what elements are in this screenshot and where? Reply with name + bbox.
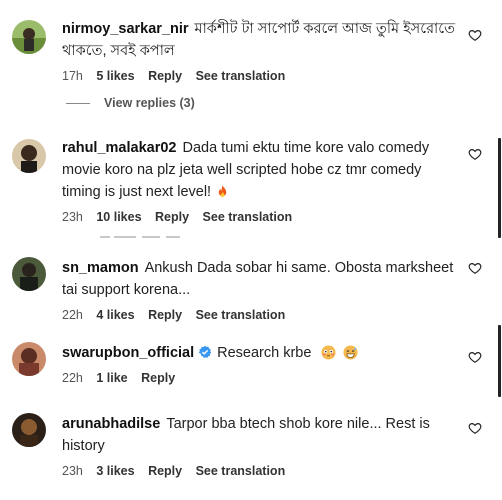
- comment-text-block: swarupbon_official Research krbe: [62, 342, 462, 364]
- heart-outline-icon[interactable]: [468, 350, 482, 364]
- username[interactable]: nirmoy_sarkar_nir: [62, 21, 189, 37]
- username[interactable]: sn_mamon: [62, 260, 139, 276]
- heart-outline-icon[interactable]: [468, 147, 482, 161]
- flushed-emoji-icon: [321, 345, 336, 360]
- timestamp: 22h: [62, 371, 83, 385]
- comment-body: nirmoy_sarkar_nir মার্কশীট টা সাপোর্ট করল…: [62, 18, 462, 83]
- likes-count[interactable]: 10 likes: [96, 210, 141, 224]
- see-translation-button[interactable]: See translation: [203, 210, 293, 224]
- replies-divider: [66, 103, 90, 105]
- username[interactable]: swarupbon_official: [62, 345, 194, 361]
- comment-body: swarupbon_official Research krbe 22h 1 l…: [62, 342, 462, 385]
- partially-hidden-text: [100, 236, 180, 238]
- avatar[interactable]: [12, 413, 46, 447]
- username[interactable]: rahul_malakar02: [62, 140, 176, 156]
- timestamp: 23h: [62, 464, 83, 478]
- fire-emoji-icon: [218, 184, 227, 198]
- comment-body: sn_mamon Ankush Dada sobar hi same. Obost…: [62, 257, 462, 322]
- comment-text-block: nirmoy_sarkar_nir মার্কশীট টা সাপোর্ট করল…: [62, 18, 462, 62]
- scrollbar-thumb-secondary[interactable]: [498, 325, 501, 397]
- view-replies-label[interactable]: View replies (3): [104, 96, 195, 110]
- see-translation-button[interactable]: See translation: [196, 464, 286, 478]
- likes-count[interactable]: 4 likes: [96, 308, 134, 322]
- grin-sweat-emoji-icon: [342, 345, 358, 360]
- comment-body: arunabhadilse Tarpor bba btech shob kore …: [62, 413, 462, 478]
- comment-text-block: sn_mamon Ankush Dada sobar hi same. Obost…: [62, 257, 462, 301]
- avatar[interactable]: [12, 257, 46, 291]
- see-translation-button[interactable]: See translation: [196, 308, 286, 322]
- comment-meta: 23h 10 likes Reply See translation: [62, 210, 462, 224]
- timestamp: 23h: [62, 210, 83, 224]
- comment-meta: 22h 4 likes Reply See translation: [62, 308, 462, 322]
- timestamp: 22h: [62, 308, 83, 322]
- heart-outline-icon[interactable]: [468, 421, 482, 435]
- likes-count[interactable]: 3 likes: [96, 464, 134, 478]
- reply-button[interactable]: Reply: [148, 308, 182, 322]
- heart-outline-icon[interactable]: [468, 261, 482, 275]
- comment-text-block: rahul_malakar02 Dada tumi ektu time kore …: [62, 137, 462, 203]
- comment-body: rahul_malakar02 Dada tumi ektu time kore …: [62, 137, 462, 224]
- comment-text-block: arunabhadilse Tarpor bba btech shob kore …: [62, 413, 462, 457]
- verified-badge-icon: [198, 345, 212, 358]
- reply-button[interactable]: Reply: [148, 464, 182, 478]
- heart-outline-icon[interactable]: [468, 28, 482, 42]
- comment-meta: 23h 3 likes Reply See translation: [62, 464, 462, 478]
- comment-meta: 17h 5 likes Reply See translation: [62, 69, 462, 83]
- scrollbar-thumb[interactable]: [498, 138, 501, 238]
- reply-button[interactable]: Reply: [155, 210, 189, 224]
- comment-text: Research krbe: [217, 345, 312, 361]
- timestamp: 17h: [62, 69, 83, 83]
- username[interactable]: arunabhadilse: [62, 416, 160, 432]
- view-replies-button[interactable]: View replies (3): [66, 96, 195, 110]
- comment-meta: 22h 1 like Reply: [62, 371, 462, 385]
- likes-count[interactable]: 1 like: [96, 371, 127, 385]
- avatar[interactable]: [12, 139, 46, 173]
- reply-button[interactable]: Reply: [141, 371, 175, 385]
- avatar[interactable]: [12, 342, 46, 376]
- see-translation-button[interactable]: See translation: [196, 69, 286, 83]
- likes-count[interactable]: 5 likes: [96, 69, 134, 83]
- reply-button[interactable]: Reply: [148, 69, 182, 83]
- avatar[interactable]: [12, 20, 46, 54]
